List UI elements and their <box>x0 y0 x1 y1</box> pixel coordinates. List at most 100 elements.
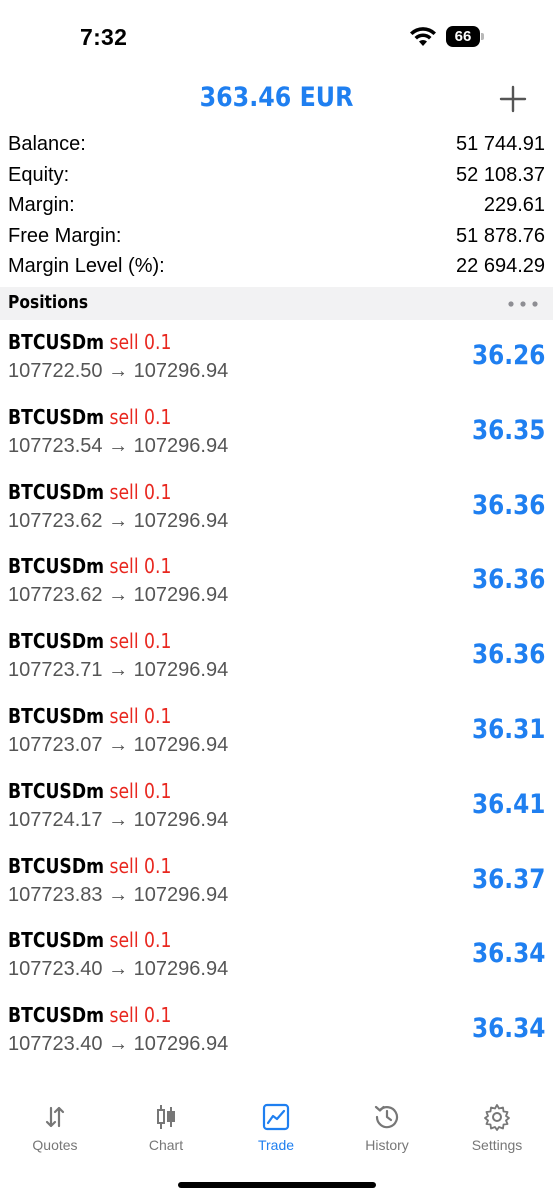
tab-label: Settings <box>471 1137 523 1153</box>
position-profit: 36.26 <box>471 340 545 371</box>
tab-trade[interactable]: Trade <box>221 1102 331 1162</box>
candlestick-chart-icon <box>157 1105 175 1129</box>
summary-value: 229.61 <box>483 194 545 216</box>
summary-label: Equity: <box>8 163 70 186</box>
position-symbol: BTCUSDm <box>8 853 105 878</box>
position-header: BTCUSDm sell 0.1 <box>8 1003 171 1027</box>
summary-value: 52 108.37 <box>456 163 545 186</box>
position-header: BTCUSDm sell 0.1 <box>8 928 171 952</box>
quotes-arrows-icon <box>45 1106 65 1128</box>
position-side: sell 0.1 <box>109 703 172 728</box>
position-header: BTCUSDm sell 0.1 <box>8 854 171 878</box>
position-profit: 36.36 <box>471 489 545 521</box>
position-side: sell 0.1 <box>109 479 172 504</box>
position-header: BTCUSDm sell 0.1 <box>8 405 171 429</box>
positions-list: BTCUSDm sell 0.1 107722.50 → 107296.94 3… <box>0 322 553 1070</box>
position-symbol: BTCUSDm <box>8 629 105 654</box>
position-row[interactable]: BTCUSDm sell 0.1 107723.40 → 107296.94 3… <box>0 920 553 995</box>
position-side: sell 0.1 <box>109 629 172 654</box>
battery-level: 66 <box>454 28 472 45</box>
tab-label: Chart <box>148 1137 184 1153</box>
summary-value: 51 744.91 <box>456 133 545 155</box>
battery-indicator: 66 <box>446 26 484 47</box>
position-prices: 107722.50 → 107296.94 <box>8 360 229 382</box>
position-header: BTCUSDm sell 0.1 <box>8 480 171 504</box>
summary-label: Balance: <box>8 133 86 155</box>
position-row[interactable]: BTCUSDm sell 0.1 107723.83 → 107296.94 3… <box>0 846 553 921</box>
position-header: BTCUSDm sell 0.1 <box>8 704 171 728</box>
position-side: sell 0.1 <box>109 330 172 354</box>
tab-label: Trade <box>257 1137 295 1153</box>
position-row[interactable]: BTCUSDm sell 0.1 107723.40 → 107296.94 3… <box>0 995 553 1070</box>
summary-label: Margin Level (%): <box>8 255 165 277</box>
position-symbol: BTCUSDm <box>8 928 105 953</box>
positions-title: Positions <box>8 292 89 313</box>
position-header: BTCUSDm sell 0.1 <box>8 330 171 354</box>
position-symbol: BTCUSDm <box>8 1003 105 1028</box>
tab-label: History <box>365 1137 409 1153</box>
position-profit: 36.34 <box>471 1013 545 1045</box>
history-clock-icon <box>374 1105 399 1129</box>
position-header: BTCUSDm sell 0.1 <box>8 629 171 653</box>
position-prices: 107723.40 → 107296.94 <box>8 1033 229 1056</box>
summary-value: 22 694.29 <box>456 255 545 277</box>
position-row[interactable]: BTCUSDm sell 0.1 107723.54 → 107296.94 3… <box>0 397 553 472</box>
summary-row-free-margin: Free Margin: 51 878.76 <box>0 222 553 253</box>
trade-chart-icon <box>262 1103 290 1131</box>
position-symbol: BTCUSDm <box>8 703 105 728</box>
position-row[interactable]: BTCUSDm sell 0.1 107723.07 → 107296.94 3… <box>0 696 553 771</box>
position-row[interactable]: BTCUSDm sell 0.1 107724.17 → 107296.94 3… <box>0 771 553 846</box>
position-side: sell 0.1 <box>109 778 172 803</box>
position-prices: 107723.07 → 107296.94 <box>8 733 229 756</box>
position-profit: 36.36 <box>471 639 545 671</box>
position-profit: 36.35 <box>471 414 545 446</box>
position-profit: 36.34 <box>471 938 545 970</box>
summary-row-margin: Margin: 229.61 <box>0 191 553 222</box>
position-symbol: BTCUSDm <box>8 404 105 429</box>
account-profit-title: 363.46 EUR <box>199 82 354 113</box>
status-time: 7:32 <box>80 24 128 50</box>
more-horizontal-icon[interactable] <box>508 301 538 307</box>
position-symbol: BTCUSDm <box>8 778 105 803</box>
position-row[interactable]: BTCUSDm sell 0.1 107723.62 → 107296.94 3… <box>0 472 553 547</box>
account-summary: Balance: 51 744.91 Equity: 52 108.37 Mar… <box>0 130 553 283</box>
position-prices: 107724.17 → 107296.94 <box>8 808 229 831</box>
position-side: sell 0.1 <box>109 404 172 429</box>
position-profit: 36.37 <box>471 863 545 895</box>
position-prices: 107723.62 → 107296.94 <box>8 509 229 532</box>
position-prices: 107723.71 → 107296.94 <box>8 659 229 682</box>
summary-row-margin-level: Margin Level (%): 22 694.29 <box>0 252 553 283</box>
gear-icon <box>484 1104 510 1131</box>
position-header: BTCUSDm sell 0.1 <box>8 554 171 578</box>
home-indicator[interactable] <box>178 1182 376 1188</box>
position-profit: 36.36 <box>471 564 545 596</box>
position-symbol: BTCUSDm <box>8 330 105 354</box>
summary-label: Free Margin: <box>8 224 122 247</box>
battery-body: 66 <box>446 26 480 47</box>
position-row[interactable]: BTCUSDm sell 0.1 107723.62 → 107296.94 3… <box>0 546 553 621</box>
wifi-icon <box>410 27 436 46</box>
tab-chart[interactable]: Chart <box>111 1102 221 1162</box>
header: 363.46 EUR <box>0 76 553 126</box>
positions-section-header: Positions <box>0 287 553 320</box>
position-side: sell 0.1 <box>109 853 172 878</box>
position-side: sell 0.1 <box>109 554 172 579</box>
position-row[interactable]: BTCUSDm sell 0.1 107723.71 → 107296.94 3… <box>0 621 553 696</box>
tab-settings[interactable]: Settings <box>442 1102 552 1162</box>
position-profit: 36.31 <box>471 713 545 745</box>
position-symbol: BTCUSDm <box>8 554 105 579</box>
position-prices: 107723.54 → 107296.94 <box>8 434 229 457</box>
tab-quotes[interactable]: Quotes <box>0 1102 110 1162</box>
position-prices: 107723.62 → 107296.94 <box>8 584 229 607</box>
status-bar: 7:32 66 <box>0 0 553 76</box>
plus-icon[interactable] <box>496 82 530 116</box>
position-side: sell 0.1 <box>109 928 172 953</box>
position-row[interactable]: BTCUSDm sell 0.1 107722.50 → 107296.94 3… <box>0 322 553 397</box>
battery-tip <box>481 33 484 40</box>
position-prices: 107723.83 → 107296.94 <box>8 883 229 906</box>
summary-label: Margin: <box>8 194 75 216</box>
tab-history[interactable]: History <box>332 1102 442 1162</box>
position-side: sell 0.1 <box>109 1003 172 1028</box>
summary-value: 51 878.76 <box>456 224 545 247</box>
summary-row-balance: Balance: 51 744.91 <box>0 130 553 161</box>
